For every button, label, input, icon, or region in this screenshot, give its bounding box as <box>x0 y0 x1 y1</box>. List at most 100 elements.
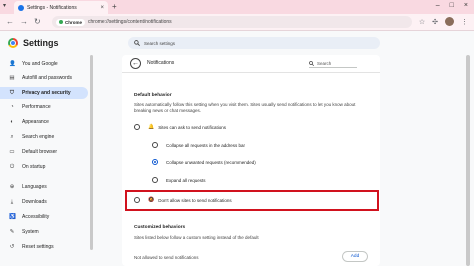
person-icon: 👤 <box>9 61 16 67</box>
sidebar-item-downloads[interactable]: ⤓ Downloads <box>0 196 88 208</box>
bell-icon: 🔔 <box>148 124 155 130</box>
chrome-icon <box>59 20 63 24</box>
sidebar-item-system[interactable]: ✎ System <box>0 226 88 238</box>
reload-icon[interactable]: ↻ <box>34 17 41 26</box>
search-placeholder: Search settings <box>144 40 176 46</box>
sidebar-item-on-startup[interactable]: ⏻ On startup <box>0 161 88 173</box>
sidebar-item-languages[interactable]: ⊕ Languages <box>0 181 88 193</box>
sidebar-item-label: Appearance <box>22 119 49 125</box>
radio-expand-all[interactable] <box>152 177 158 183</box>
customized-behaviors-heading: Customized behaviors <box>134 225 186 230</box>
tab-settings-notifications[interactable]: Settings - Notifications × <box>14 1 108 14</box>
sidebar-item-label: Languages <box>22 184 47 190</box>
kebab-menu-icon[interactable]: ⋮ <box>461 18 468 26</box>
power-icon: ⏻ <box>9 163 15 170</box>
sidebar-item-label: Search engine <box>22 134 55 140</box>
forward-arrow-icon[interactable]: → <box>20 17 28 26</box>
option-label: Sites can ask to send notifications <box>158 124 227 130</box>
profile-avatar[interactable] <box>445 17 454 26</box>
palette-icon: ◐ <box>10 119 14 125</box>
customized-behaviors-description: Sites listed below follow a custom setti… <box>134 235 259 240</box>
toolbar-right: ☆ ✣ ⋮ <box>419 17 468 26</box>
chrome-logo-icon <box>8 38 18 48</box>
search-icon: ⌕ <box>10 133 14 140</box>
back-arrow-icon[interactable]: ← <box>6 17 14 26</box>
shield-icon: ⛉ <box>9 89 15 96</box>
option-label: Collapse unwanted requests (recommended) <box>166 159 256 165</box>
wrench-icon: ✎ <box>9 229 15 235</box>
option-label: Collapse all requests in the address bar <box>166 142 246 148</box>
option-expand-all[interactable]: Expand all requests <box>152 177 206 183</box>
minimize-button[interactable]: – <box>436 2 440 9</box>
maximize-button[interactable]: □ <box>450 2 454 9</box>
address-bar[interactable]: Chrome chrome://settings/content/notific… <box>52 16 412 28</box>
sidebar-item-accessibility[interactable]: ♿ Accessibility <box>0 211 88 223</box>
settings-title: Settings <box>23 38 59 48</box>
sidebar-item-label: On startup <box>22 164 46 170</box>
page-scrollbar[interactable] <box>466 55 470 266</box>
radio-collapse-unwanted[interactable] <box>152 159 158 165</box>
speedometer-icon: ◔ <box>10 104 14 110</box>
settings-header: Settings Search settings <box>0 31 474 55</box>
close-window-button[interactable]: × <box>464 2 468 9</box>
settings-search-input[interactable]: Search settings <box>128 37 380 49</box>
globe-icon: ⊕ <box>9 184 15 190</box>
sidebar-item-label: Downloads <box>22 199 47 205</box>
add-button[interactable]: Add <box>342 251 368 262</box>
sidebar-item-you-and-google[interactable]: 👤 You and Google <box>0 58 88 70</box>
bookmark-star-icon[interactable]: ☆ <box>419 18 425 26</box>
autofill-icon: ▤ <box>9 75 15 81</box>
option-label: Expand all requests <box>166 177 206 183</box>
sidebar-scrollbar[interactable] <box>90 55 93 250</box>
sidebar-item-label: Accessibility <box>22 214 50 220</box>
radio-collapse-all[interactable] <box>152 142 158 148</box>
settings-favicon-icon <box>18 4 24 11</box>
notifications-search-input[interactable]: Search <box>309 59 357 68</box>
sidebar-item-search-engine[interactable]: ⌕ Search engine <box>0 131 88 143</box>
option-collapse-all[interactable]: Collapse all requests in the address bar <box>152 142 245 148</box>
site-chip[interactable]: Chrome <box>56 18 86 26</box>
radio-can-ask[interactable] <box>134 124 140 130</box>
tab-close-icon[interactable]: × <box>100 5 104 11</box>
sidebar-item-default-browser[interactable]: ▭ Default browser <box>0 146 88 158</box>
search-icon <box>309 60 314 66</box>
option-collapse-unwanted[interactable]: Collapse unwanted requests (recommended) <box>152 159 256 165</box>
sidebar-item-label: Performance <box>22 104 51 110</box>
reset-icon: ↺ <box>9 244 15 250</box>
sidebar-item-label: Default browser <box>22 149 58 155</box>
download-icon: ⤓ <box>10 198 14 205</box>
page-title: Notifications <box>147 60 175 66</box>
extensions-icon[interactable]: ✣ <box>432 18 438 26</box>
not-allowed-label: Not allowed to send notifications <box>134 255 199 260</box>
sidebar-item-privacy[interactable]: ⛉ Privacy and security <box>0 87 88 99</box>
tab-title: Settings - Notifications <box>27 4 77 11</box>
sidebar-item-performance[interactable]: ◔ Performance <box>0 101 88 113</box>
back-button[interactable]: ← <box>130 58 141 69</box>
window-controls: – □ × <box>436 2 468 9</box>
divider <box>122 72 380 73</box>
sidebar-item-label: Autofill and passwords <box>22 75 73 81</box>
sidebar-item-label: System <box>22 229 39 235</box>
sidebar-item-appearance[interactable]: ◐ Appearance <box>0 116 88 128</box>
browser-toolbar: ← → ↻ Chrome chrome://settings/content/n… <box>0 14 474 31</box>
sidebar-item-label: Privacy and security <box>22 90 71 96</box>
site-chip-label: Chrome <box>65 19 83 25</box>
browser-icon: ▭ <box>9 149 15 155</box>
back-arrow-icon: ← <box>132 60 139 67</box>
search-icon <box>134 40 140 46</box>
title-bar: ▾ Settings - Notifications × + – □ × <box>0 0 474 14</box>
sidebar-item-reset-settings[interactable]: ↺ Reset settings <box>0 241 88 253</box>
settings-sidebar: 👤 You and Google ▤ Autofill and passwords … <box>0 55 93 266</box>
search-placeholder: Search <box>317 60 332 66</box>
option-can-ask[interactable]: 🔔 Sites can ask to send notifications <box>134 124 226 130</box>
notifications-card: ← Notifications Search Default behavior … <box>122 55 380 266</box>
highlight-box <box>125 190 379 211</box>
url-text: chrome://settings/content/notifications <box>88 19 172 25</box>
tab-search-icon[interactable]: ▾ <box>3 2 6 9</box>
sidebar-item-label: Reset settings <box>22 244 54 250</box>
sidebar-item-autofill[interactable]: ▤ Autofill and passwords <box>0 72 88 84</box>
accessibility-icon: ♿ <box>9 214 16 220</box>
sidebar-item-label: You and Google <box>22 61 58 67</box>
default-behavior-description: Sites automatically follow this setting … <box>134 102 356 113</box>
new-tab-button[interactable]: + <box>112 2 117 11</box>
